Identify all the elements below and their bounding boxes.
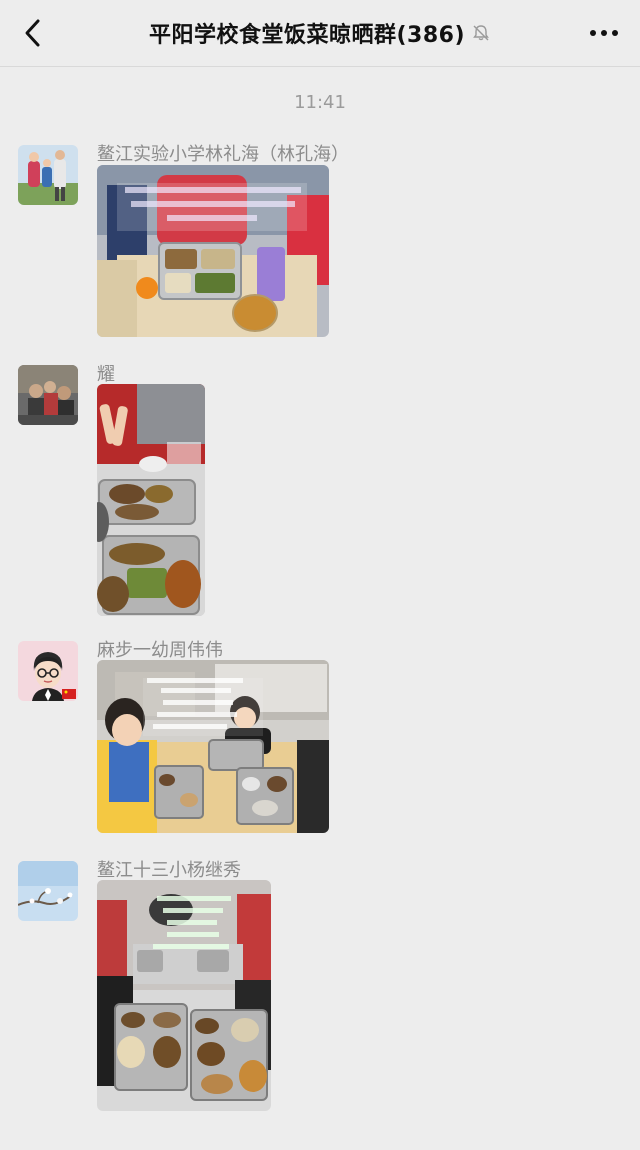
image-message[interactable] xyxy=(97,165,329,337)
chevron-left-icon xyxy=(25,19,40,47)
sender-name: 鳌江十三小杨继秀 xyxy=(97,860,241,881)
title-wrap: 平阳学校食堂饭菜晾晒群(386) xyxy=(149,17,491,49)
chat-title: 平阳学校食堂饭菜晾晒群(386) xyxy=(148,23,466,48)
chat-timestamp: 11:41 xyxy=(294,92,346,113)
bell-muted-icon xyxy=(473,25,489,41)
avatar[interactable] xyxy=(18,145,78,205)
more-dots-icon xyxy=(590,30,618,36)
avatar[interactable] xyxy=(18,641,78,701)
image-message[interactable] xyxy=(97,660,329,833)
image-message[interactable] xyxy=(97,384,205,616)
sender-name: 麻步一幼周伟伟 xyxy=(97,640,223,661)
back-button[interactable] xyxy=(14,14,52,52)
avatar[interactable] xyxy=(18,365,78,425)
sender-name: 鳌江实验小学林礼海（林孔海） xyxy=(97,144,349,165)
more-button[interactable] xyxy=(586,18,622,48)
sender-name: 耀 xyxy=(97,364,115,385)
avatar[interactable] xyxy=(18,861,78,921)
nav-bar: 平阳学校食堂饭菜晾晒群(386) xyxy=(0,0,640,67)
image-message[interactable] xyxy=(97,880,271,1111)
